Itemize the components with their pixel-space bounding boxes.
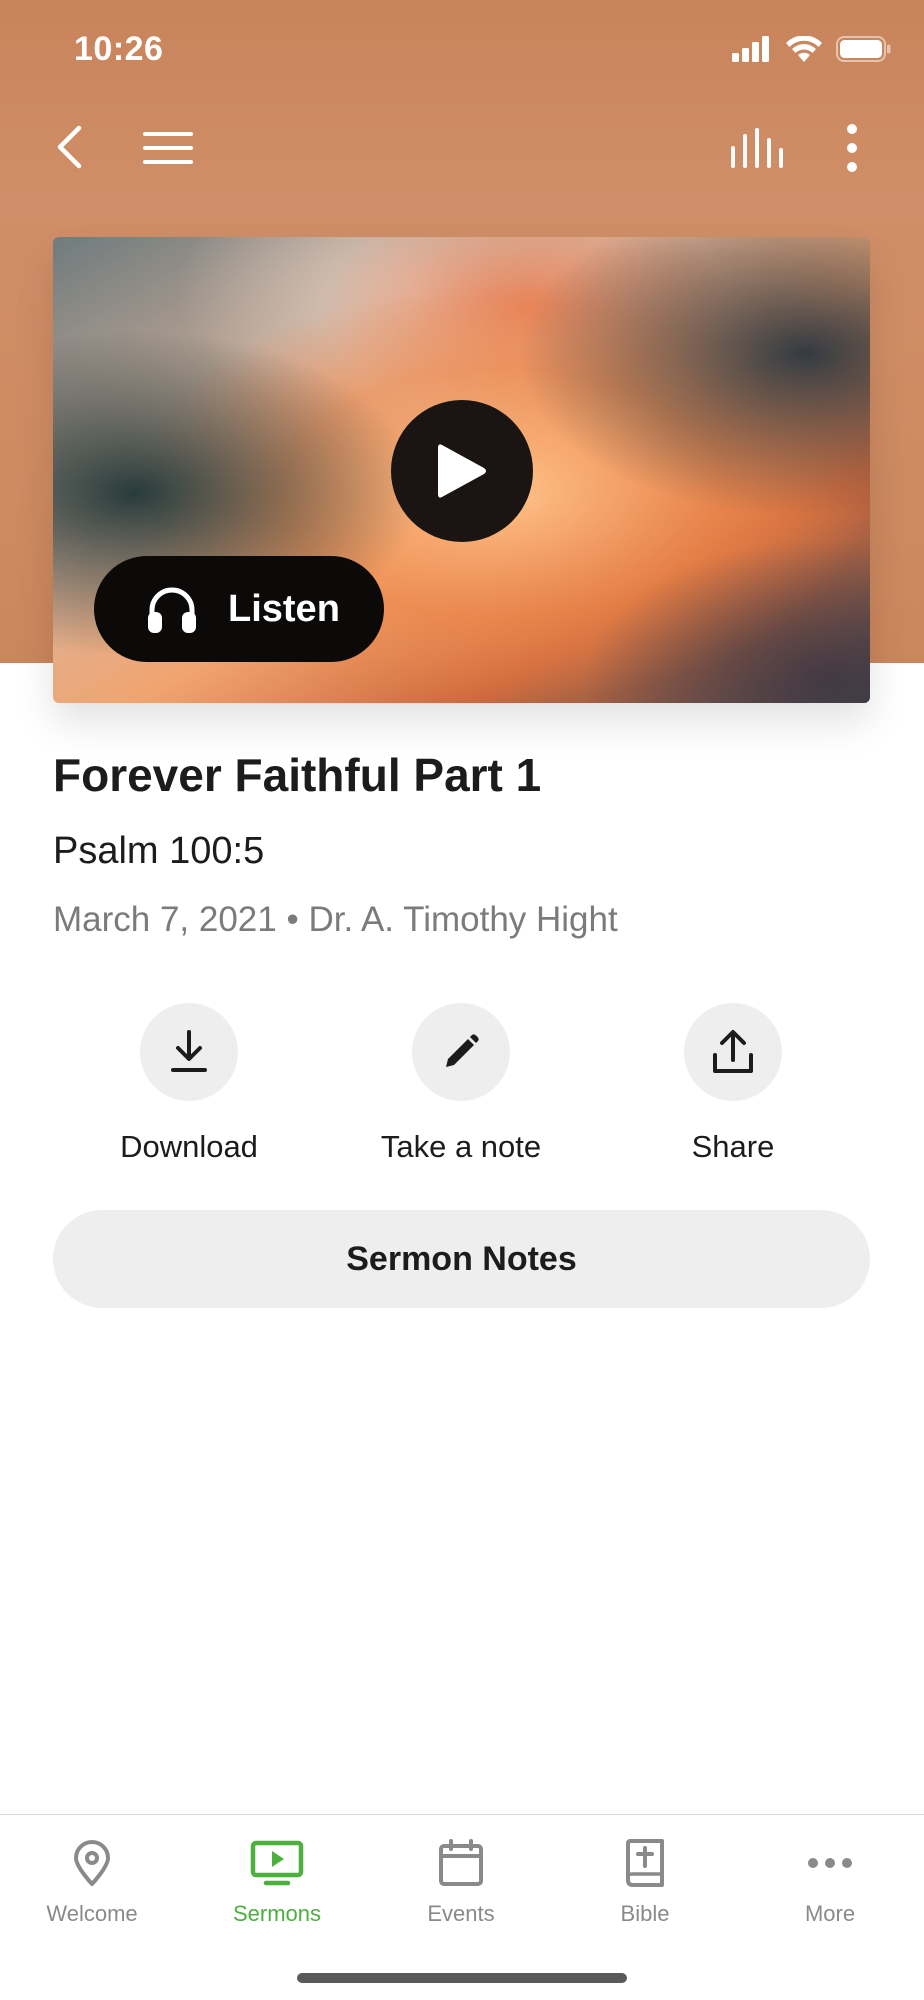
vertical-ellipsis-icon — [847, 124, 857, 172]
chevron-left-icon — [57, 125, 82, 169]
listen-label: Listen — [228, 587, 340, 630]
menu-button[interactable] — [136, 118, 200, 178]
tab-events[interactable]: Events — [381, 1833, 541, 1927]
tab-more[interactable]: More — [750, 1833, 910, 1927]
sermon-scripture: Psalm 100:5 — [53, 830, 265, 872]
download-circle[interactable] — [140, 1003, 238, 1101]
audio-bars-icon — [731, 128, 783, 168]
home-indicator[interactable] — [297, 1973, 627, 1983]
play-icon — [438, 444, 486, 498]
more-options-button[interactable] — [832, 116, 872, 180]
take-note-button[interactable]: Take a note — [341, 1003, 581, 1165]
download-icon — [171, 1030, 207, 1072]
tab-more-label: More — [804, 1901, 856, 1926]
share-label: Share — [691, 1129, 775, 1164]
tab-bible[interactable]: Bible — [565, 1833, 725, 1927]
bible-icon — [626, 1839, 664, 1887]
hamburger-menu-icon — [143, 132, 193, 164]
location-pin-icon — [74, 1840, 110, 1886]
tab-bible-label: Bible — [620, 1901, 670, 1926]
sermon-notes-label: Sermon Notes — [346, 1239, 577, 1278]
pencil-icon — [446, 1034, 479, 1067]
calendar-icon — [439, 1839, 483, 1886]
tv-play-icon — [250, 1840, 304, 1886]
status-icons — [732, 36, 892, 62]
download-button[interactable]: Download — [69, 1003, 309, 1165]
sermon-notes-button[interactable]: Sermon Notes — [53, 1210, 870, 1308]
tab-welcome-label: Welcome — [46, 1901, 138, 1926]
cellular-signal-icon — [732, 36, 769, 62]
share-circle[interactable] — [684, 1003, 782, 1101]
sermon-title: Forever Faithful Part 1 — [53, 749, 542, 801]
status-time: 10:26 — [74, 30, 164, 68]
headphones-icon — [148, 587, 196, 633]
take-note-circle[interactable] — [412, 1003, 510, 1101]
sermon-date-speaker: March 7, 2021 • Dr. A. Timothy Hight — [53, 900, 618, 939]
share-icon — [713, 1030, 753, 1073]
wifi-icon — [786, 36, 822, 62]
more-dots-icon — [808, 1858, 852, 1868]
play-button[interactable] — [391, 400, 533, 542]
listen-button[interactable]: Listen — [94, 556, 384, 662]
tab-welcome[interactable]: Welcome — [12, 1833, 172, 1927]
battery-icon — [836, 36, 891, 62]
back-button[interactable] — [44, 112, 94, 182]
share-button[interactable]: Share — [613, 1003, 853, 1165]
tab-sermons-label: Sermons — [232, 1901, 322, 1926]
download-label: Download — [120, 1129, 258, 1164]
tab-events-label: Events — [427, 1901, 495, 1926]
status-bar: 10:26 — [0, 0, 924, 100]
sermon-artwork: Listen — [53, 237, 870, 703]
take-note-label: Take a note — [380, 1129, 542, 1164]
tab-sermons[interactable]: Sermons — [197, 1833, 357, 1927]
audio-bars-button[interactable] — [722, 116, 792, 180]
